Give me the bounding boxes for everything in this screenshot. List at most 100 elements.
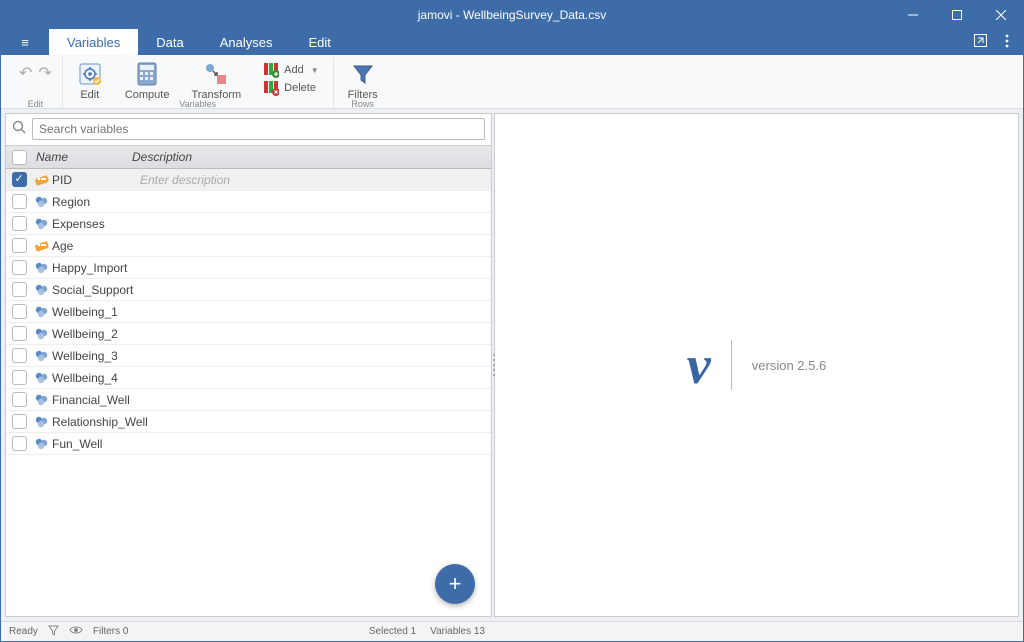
variable-name: Wellbeing_1 — [50, 305, 140, 319]
transform-button[interactable]: Transform — [187, 59, 245, 103]
variable-name: Age — [50, 239, 140, 253]
variable-type-icon — [32, 370, 50, 385]
variable-row[interactable]: Region — [6, 191, 491, 213]
row-checkbox[interactable] — [12, 260, 27, 275]
row-checkbox[interactable] — [12, 304, 27, 319]
variable-row[interactable]: Expenses — [6, 213, 491, 235]
ribbon: ↶ ↷ Edit Edit Compute Trans — [1, 55, 1023, 109]
title-bar: jamovi - WellbeingSurvey_Data.csv — [1, 1, 1023, 29]
select-all-checkbox[interactable] — [12, 150, 27, 165]
variable-row[interactable]: Fun_Well — [6, 433, 491, 455]
variable-row[interactable]: PIDEnter description — [6, 169, 491, 191]
search-icon — [12, 120, 26, 139]
expand-arrow-icon[interactable] — [970, 34, 991, 50]
variable-row[interactable]: Happy_Import — [6, 257, 491, 279]
redo-icon: ↷ — [38, 65, 51, 82]
variable-type-icon — [32, 172, 50, 187]
window-controls — [891, 1, 1023, 29]
row-checkbox[interactable] — [12, 392, 27, 407]
tab-edit[interactable]: Edit — [290, 29, 348, 55]
hamburger-icon: ≡ — [21, 35, 29, 50]
row-checkbox[interactable] — [12, 238, 27, 253]
variable-type-icon — [32, 216, 50, 231]
tab-variables[interactable]: Variables — [49, 29, 138, 55]
variable-description: Enter description — [140, 173, 491, 187]
variable-type-icon — [32, 414, 50, 429]
transform-icon — [203, 61, 229, 87]
variable-row[interactable]: Wellbeing_1 — [6, 301, 491, 323]
panel-resize-handle[interactable] — [491, 352, 496, 378]
plus-icon: + — [449, 571, 462, 597]
divider — [731, 340, 732, 390]
chevron-down-icon: ▼ — [311, 66, 319, 75]
variable-type-icon — [32, 348, 50, 363]
row-checkbox[interactable] — [12, 370, 27, 385]
tab-data[interactable]: Data — [138, 29, 201, 55]
row-checkbox[interactable] — [12, 282, 27, 297]
variables-list[interactable]: PIDEnter descriptionRegionExpensesAgeHap… — [6, 169, 491, 616]
edit-variable-button[interactable]: Edit — [73, 59, 107, 103]
variable-type-icon — [32, 436, 50, 451]
tab-bar: ≡ Variables Data Analyses Edit — [1, 29, 1023, 55]
status-ready: Ready — [9, 626, 38, 637]
variable-row[interactable]: Financial_Well — [6, 389, 491, 411]
variable-name: Wellbeing_2 — [50, 327, 140, 341]
status-visibility-icon[interactable] — [69, 625, 83, 638]
row-checkbox[interactable] — [12, 326, 27, 341]
ribbon-group-rows: Filters Rows — [334, 57, 392, 108]
results-panel: ν version 2.5.6 — [494, 113, 1019, 617]
add-variable-button[interactable]: Add ▼ — [259, 61, 323, 79]
funnel-icon — [350, 61, 376, 87]
compute-label: Compute — [125, 89, 170, 101]
status-bar: Ready Filters 0 Selected 1 Variables 13 — [1, 621, 1023, 641]
variable-row[interactable]: Wellbeing_4 — [6, 367, 491, 389]
variable-row[interactable]: Social_Support — [6, 279, 491, 301]
variable-name: PID — [50, 173, 140, 187]
maximize-button[interactable] — [935, 1, 979, 29]
tab-analyses[interactable]: Analyses — [202, 29, 291, 55]
variable-row[interactable]: Relationship_Well — [6, 411, 491, 433]
row-checkbox[interactable] — [12, 194, 27, 209]
hdr-description: Description — [132, 150, 491, 164]
row-checkbox[interactable] — [12, 216, 27, 231]
delete-column-icon — [263, 80, 279, 96]
variable-name: Region — [50, 195, 140, 209]
app-menu-button[interactable]: ≡ — [1, 29, 49, 55]
variables-header: Name Description — [6, 145, 491, 169]
close-button[interactable] — [979, 1, 1023, 29]
main-area: Name Description PIDEnter descriptionReg… — [1, 109, 1023, 621]
variable-row[interactable]: Wellbeing_3 — [6, 345, 491, 367]
status-variables: Variables 13 — [430, 626, 485, 637]
undo-button[interactable]: ↶ — [19, 63, 32, 83]
delete-variable-button[interactable]: Delete — [259, 79, 323, 97]
variable-row[interactable]: Wellbeing_2 — [6, 323, 491, 345]
row-checkbox[interactable] — [12, 172, 27, 187]
variables-panel: Name Description PIDEnter descriptionReg… — [5, 113, 492, 617]
variable-name: Expenses — [50, 217, 140, 231]
variable-name: Wellbeing_3 — [50, 349, 140, 363]
status-filter-icon[interactable] — [48, 625, 59, 639]
variable-type-icon — [32, 326, 50, 341]
minimize-button[interactable] — [891, 1, 935, 29]
row-checkbox[interactable] — [12, 348, 27, 363]
version-text: version 2.5.6 — [752, 358, 826, 373]
row-checkbox[interactable] — [12, 414, 27, 429]
add-fab-button[interactable]: + — [435, 564, 475, 604]
ribbon-group-edit: ↶ ↷ Edit — [9, 57, 63, 108]
search-input[interactable] — [32, 118, 485, 140]
edit-label: Edit — [80, 89, 99, 101]
variable-name: Fun_Well — [50, 437, 140, 451]
filters-button[interactable]: Filters — [344, 59, 382, 103]
add-label: Add — [284, 64, 304, 76]
add-column-icon — [263, 62, 279, 78]
ribbon-group-rows-label: Rows — [351, 99, 374, 109]
row-checkbox[interactable] — [12, 436, 27, 451]
compute-button[interactable]: Compute — [121, 59, 174, 103]
options-dots-icon[interactable] — [1001, 34, 1013, 51]
variable-row[interactable]: Age — [6, 235, 491, 257]
redo-button[interactable]: ↷ — [38, 63, 51, 83]
variable-name: Financial_Well — [50, 393, 140, 407]
hdr-name: Name — [32, 150, 132, 164]
variable-type-icon — [32, 392, 50, 407]
status-filters-count: Filters 0 — [93, 626, 129, 637]
